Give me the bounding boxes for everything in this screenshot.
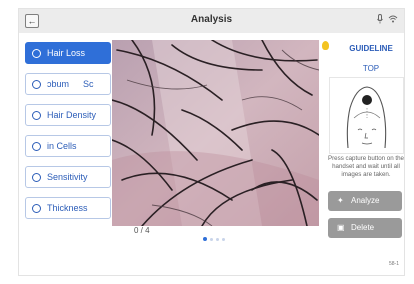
- thickness-icon: [32, 204, 41, 213]
- app-window: ← Analysis Hair Loss ɔbum Sc Hair Density…: [18, 8, 405, 276]
- page-dot: [210, 238, 213, 241]
- guideline-position: TOP: [362, 64, 380, 73]
- sebum-icon: [32, 80, 41, 89]
- page-indicator: [203, 228, 228, 246]
- capture-counter: 0 / 4: [134, 226, 150, 235]
- sensitivity-icon: [32, 173, 41, 182]
- microphone-icon: [377, 14, 383, 26]
- menu-item-label: Thickness: [47, 203, 88, 213]
- page-dot: [203, 237, 207, 241]
- menu-item-label: in Cells: [47, 141, 77, 151]
- wifi-icon: [388, 14, 398, 26]
- menu-item-hair-density[interactable]: Hair Density: [25, 104, 111, 126]
- analysis-menu: Hair Loss ɔbum Sc Hair Density in Cells S…: [25, 42, 111, 228]
- delete-button[interactable]: ▣ Delete: [328, 218, 402, 238]
- menu-item-label: ɔbum: [47, 79, 70, 89]
- guideline-instruction: Press capture button on the handset and …: [327, 155, 405, 178]
- page-dot: [222, 238, 225, 241]
- menu-item-dead-cells[interactable]: in Cells: [25, 135, 111, 157]
- menu-item-thickness[interactable]: Thickness: [25, 197, 111, 219]
- delete-button-label: Delete: [351, 223, 375, 232]
- scalp-camera-image: [112, 40, 319, 226]
- hair-loss-icon: [32, 49, 41, 58]
- head-diagram: [329, 77, 404, 154]
- page-title: Analysis: [190, 14, 233, 25]
- hair-density-icon: [32, 111, 41, 120]
- trash-icon: ▣: [337, 223, 345, 232]
- menu-item-hair-loss[interactable]: Hair Loss: [25, 42, 111, 64]
- analyze-icon: ✦: [337, 196, 344, 205]
- guideline-title: GUIDELINE: [349, 44, 393, 53]
- guideline-panel: GUIDELINE TOP Press capture button on th…: [319, 35, 405, 238]
- menu-item-label: Hair Density: [47, 110, 97, 120]
- page-dot: [216, 238, 219, 241]
- header-bar: ← Analysis: [19, 9, 404, 33]
- menu-item-label-extra: Sc: [83, 79, 94, 89]
- version-label: 58-1: [388, 261, 399, 267]
- menu-item-label: Sensitivity: [47, 172, 88, 182]
- menu-item-sebum[interactable]: ɔbum Sc: [25, 73, 111, 95]
- analyze-button-label: Analyze: [351, 196, 380, 205]
- lightbulb-icon: [322, 41, 329, 50]
- menu-item-sensitivity[interactable]: Sensitivity: [25, 166, 111, 188]
- menu-item-label: Hair Loss: [47, 48, 86, 58]
- analyze-button[interactable]: ✦ Analyze: [328, 191, 402, 211]
- dead-cells-icon: [32, 142, 41, 151]
